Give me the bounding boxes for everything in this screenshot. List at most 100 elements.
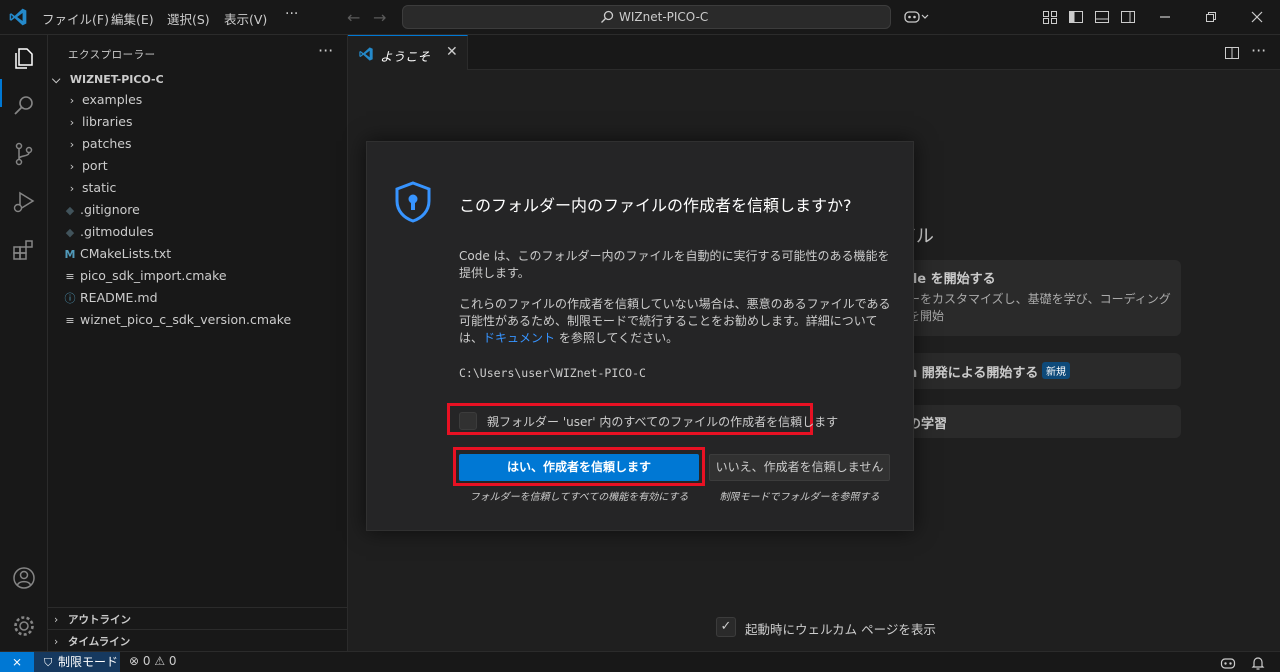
show-welcome-label: 起動時にウェルカム ページを表示: [745, 622, 936, 637]
forward-arrow-icon[interactable]: →: [373, 8, 386, 27]
back-arrow-icon[interactable]: ←: [347, 8, 360, 27]
tree-item-static[interactable]: › static: [64, 180, 117, 202]
walkthrough-card-learn[interactable]: の学習: [888, 405, 1181, 438]
walkthrough-title: n 開発による開始する: [908, 366, 1039, 381]
show-welcome-checkbox[interactable]: ✓: [716, 617, 736, 637]
dialog-paragraph: これらのファイルの作成者を信頼していない場合は、悪意のあるファイルである可能性が…: [459, 296, 899, 347]
tree-item-patches[interactable]: › patches: [64, 136, 132, 158]
tree-item-label: .gitmodules: [80, 224, 154, 239]
explorer-title: エクスプローラー: [68, 49, 156, 61]
outline-label: アウトライン: [68, 614, 131, 626]
outline-section[interactable]: › アウトライン: [48, 607, 348, 629]
title-bar: ファイル(F) 編集(E) 選択(S) 表示(V) ··· ← → WIZnet…: [0, 0, 1280, 35]
shield-icon: ⛉: [44, 656, 53, 669]
chevron-right-icon: ›: [54, 636, 59, 648]
workspace-trust-dialog: このフォルダー内のファイルの作成者を信頼しますか? Code は、このフォルダー…: [366, 141, 914, 531]
chevron-right-icon: ›: [69, 94, 75, 107]
copilot-icon[interactable]: [904, 9, 930, 25]
tree-item-libraries[interactable]: › libraries: [64, 114, 133, 136]
new-badge: 新規: [1042, 362, 1070, 379]
restore-icon[interactable]: [1202, 8, 1220, 26]
notifications-bell-icon[interactable]: [1250, 655, 1266, 671]
folder-path: C:\Users\user\WIZnet-PICO-C: [459, 366, 646, 380]
command-center-label: WIZnet-PICO-C: [619, 10, 709, 24]
dialog-paragraph: Code は、このフォルダー内のファイルを自動的に実行する可能性のある機能を提供…: [459, 249, 890, 280]
source-control-icon[interactable]: [11, 141, 37, 167]
do-not-trust-note: 制限モードでフォルダーを参照する: [719, 492, 880, 503]
command-center-search[interactable]: WIZnet-PICO-C: [402, 5, 891, 29]
menu-edit[interactable]: 編集(E): [111, 9, 154, 28]
timeline-section[interactable]: › タイムライン: [48, 629, 348, 651]
trust-parent-checkbox[interactable]: [459, 412, 477, 430]
minimize-icon[interactable]: [1156, 8, 1174, 26]
tree-item-gitmodules[interactable]: ◆ .gitmodules: [62, 224, 154, 246]
toggle-secondary-sidebar-icon[interactable]: [1120, 9, 1136, 25]
remote-indicator-icon[interactable]: ⨯: [0, 652, 34, 672]
extensions-icon[interactable]: [11, 237, 37, 263]
timeline-label: タイムライン: [68, 636, 131, 648]
lines-icon: ≡: [65, 270, 75, 283]
tree-item-label: README.md: [80, 290, 158, 305]
chevron-right-icon: ›: [69, 138, 75, 151]
toggle-primary-sidebar-icon[interactable]: [1068, 9, 1084, 25]
editor-more-button[interactable]: ···: [1251, 41, 1266, 60]
restricted-mode-label: 制限モード: [58, 655, 119, 669]
walkthrough-card-dev[interactable]: n 開発による開始する 新規: [888, 353, 1181, 389]
chevron-right-icon: ›: [69, 160, 75, 173]
tree-item-readme[interactable]: ⓘ README.md: [62, 290, 158, 312]
chevron-right-icon: ›: [54, 614, 59, 626]
shield-icon: [395, 181, 431, 223]
documentation-link[interactable]: ドキュメント: [483, 331, 555, 345]
search-icon: [601, 10, 614, 23]
walkthrough-card-get-started[interactable]: de を開始する ーをカスタマイズし、基礎を学び、コーディングを開始: [888, 260, 1181, 336]
trust-parent-label: 親フォルダー 'user' 内のすべてのファイルの作成者を信頼します: [487, 415, 839, 429]
run-debug-icon[interactable]: [11, 189, 37, 215]
workspace-root-label: WIZNET-PICO-C: [69, 73, 164, 86]
chevron-right-icon: ›: [69, 116, 75, 129]
manage-gear-icon[interactable]: [11, 613, 37, 639]
active-indicator: [0, 79, 2, 107]
menu-selection[interactable]: 選択(S): [167, 9, 210, 28]
dialog-text: を参照してください。: [555, 331, 679, 345]
tree-item-label: patches: [82, 136, 132, 151]
tree-item-label: wiznet_pico_c_sdk_version.cmake: [80, 312, 292, 327]
problems-indicator[interactable]: ⊗ 0 ⚠ 0: [129, 654, 177, 668]
do-not-trust-button[interactable]: いいえ、作成者を信頼しません: [709, 454, 890, 481]
dialog-title: このフォルダー内のファイルの作成者を信頼しますか?: [459, 196, 852, 215]
close-window-icon[interactable]: [1248, 8, 1266, 26]
tree-item-pico-sdk-import[interactable]: ≡ pico_sdk_import.cmake: [62, 268, 227, 290]
tree-item-label: static: [82, 180, 117, 195]
menu-more-button[interactable]: ···: [285, 6, 298, 22]
tree-item-port[interactable]: › port: [64, 158, 108, 180]
tree-item-label: CMakeLists.txt: [80, 246, 172, 261]
search-view-icon[interactable]: [11, 93, 37, 119]
tab-welcome[interactable]: ようこそ ✕: [348, 35, 468, 70]
editor-tabs: ようこそ ✕ ···: [348, 35, 1280, 70]
tree-item-label: port: [82, 158, 108, 173]
accounts-icon[interactable]: [11, 565, 37, 591]
tree-item-version-cmake[interactable]: ≡ wiznet_pico_c_sdk_version.cmake: [62, 312, 291, 334]
tree-item-label: pico_sdk_import.cmake: [80, 268, 227, 283]
menu-file[interactable]: ファイル(F): [42, 9, 109, 28]
walkthrough-title: de を開始する: [908, 272, 996, 287]
split-editor-icon[interactable]: [1224, 45, 1240, 61]
restricted-mode-indicator[interactable]: ⛉ 制限モード: [34, 652, 120, 672]
menu-view[interactable]: 表示(V): [224, 9, 267, 28]
tree-item-gitignore[interactable]: ◆ .gitignore: [62, 202, 140, 224]
git-icon: ◆: [65, 226, 75, 239]
lines-icon: ≡: [65, 314, 75, 327]
tree-item-label: libraries: [82, 114, 133, 129]
trust-button[interactable]: はい、作成者を信頼します: [459, 454, 699, 481]
copilot-status-icon[interactable]: [1220, 655, 1236, 671]
tree-item-cmakelists[interactable]: M CMakeLists.txt: [62, 246, 172, 268]
close-icon[interactable]: ✕: [446, 44, 458, 60]
customize-layout-icon[interactable]: [1042, 9, 1058, 25]
chevron-right-icon: ›: [69, 182, 75, 195]
status-bar: ⨯ ⛉ 制限モード ⊗ 0 ⚠ 0: [0, 651, 1280, 672]
tree-item-examples[interactable]: › examples: [64, 92, 143, 114]
explorer-more-button[interactable]: ···: [318, 41, 333, 60]
explorer-icon[interactable]: [11, 45, 37, 71]
toggle-panel-icon[interactable]: [1094, 9, 1110, 25]
activity-bar: [0, 35, 48, 651]
workspace-root-folder[interactable]: ⌵ WIZNET-PICO-C: [52, 73, 164, 87]
